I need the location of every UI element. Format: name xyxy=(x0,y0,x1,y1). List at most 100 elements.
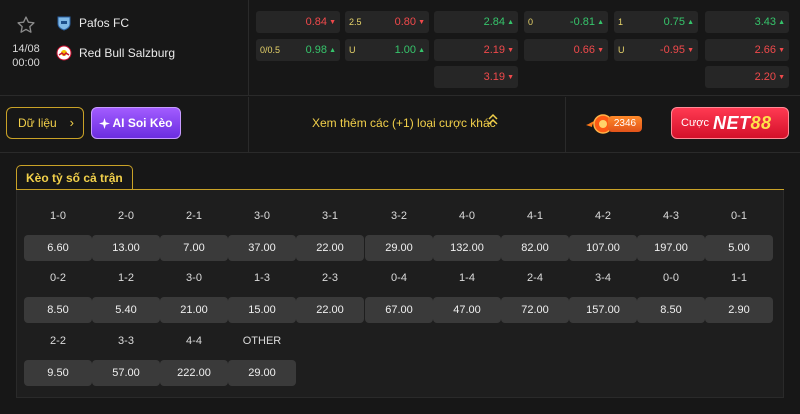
odds-cell[interactable]: 2.5 0.80 ▼ xyxy=(345,11,429,33)
down-arrow-icon: ▼ xyxy=(597,46,604,54)
odds-cell[interactable]: U -0.95 ▼ xyxy=(614,39,698,61)
score-odds-button[interactable]: 29.00 xyxy=(228,360,296,386)
score-odds-cell[interactable]: 1-0 6.60 xyxy=(24,210,92,261)
odds-cell[interactable]: 3.43 ▲ xyxy=(705,11,789,33)
up-arrow-icon: ▲ xyxy=(597,18,604,26)
score-label: 1-1 xyxy=(731,272,747,284)
odds-value: 2.20 xyxy=(754,71,776,83)
score-odds-button[interactable]: 22.00 xyxy=(296,297,364,323)
score-odds-cell[interactable]: 1-3 15.00 xyxy=(228,272,296,323)
score-odds-button[interactable]: 5.00 xyxy=(705,235,773,261)
score-odds-button[interactable]: 72.00 xyxy=(501,297,569,323)
score-odds-cell[interactable]: 3-0 21.00 xyxy=(160,272,228,323)
score-odds-button[interactable]: 29.00 xyxy=(365,235,433,261)
down-arrow-icon: ▼ xyxy=(687,46,694,54)
score-odds-cell[interactable]: 0-2 8.50 xyxy=(24,272,92,323)
score-odds-cell[interactable]: 0-1 5.00 xyxy=(705,210,773,261)
down-arrow-icon: ▼ xyxy=(507,73,514,81)
score-odds-cell[interactable]: 2-3 22.00 xyxy=(296,272,364,323)
score-odds-cell[interactable]: 4-3 197.00 xyxy=(637,210,705,261)
away-team-name: Red Bull Salzburg xyxy=(79,46,176,60)
home-team[interactable]: Pafos FC xyxy=(56,15,129,31)
score-odds-cell[interactable]: 3-2 29.00 xyxy=(365,210,433,261)
score-odds-cell[interactable]: 1-2 5.40 xyxy=(92,272,160,323)
correct-score-panel: 1-0 6.60 2-0 13.00 2-1 7.00 3-0 37.00 3-1 22.00 3-… xyxy=(16,190,784,398)
score-odds-button[interactable]: 67.00 xyxy=(365,297,433,323)
score-odds-cell[interactable]: 1-4 47.00 xyxy=(433,272,501,323)
score-odds-button[interactable]: 2.90 xyxy=(705,297,773,323)
odds-value: 0.75 xyxy=(663,16,685,28)
double-chevron-up-icon[interactable] xyxy=(487,112,499,129)
odds-cell[interactable]: 3.19 ▼ xyxy=(434,66,518,88)
up-arrow-icon: ▲ xyxy=(687,18,694,26)
odds-cell[interactable]: 2.19 ▼ xyxy=(434,39,518,61)
score-odds-cell[interactable]: 0-4 67.00 xyxy=(365,272,433,323)
score-odds-button[interactable]: 82.00 xyxy=(501,235,569,261)
score-odds-button[interactable]: 7.00 xyxy=(160,235,228,261)
promo-counter[interactable]: 2346 xyxy=(584,111,660,137)
score-odds-cell[interactable]: 3-1 22.00 xyxy=(296,210,364,261)
odds-cell[interactable]: 1 0.75 ▲ xyxy=(614,11,698,33)
score-odds-cell[interactable]: 4-0 132.00 xyxy=(433,210,501,261)
bet-label: Cược xyxy=(681,117,710,129)
net88-bet-button[interactable]: Cược NET88 xyxy=(671,107,789,139)
score-odds-cell[interactable]: 3-3 57.00 xyxy=(92,335,160,386)
odds-cell[interactable]: 0.84 ▼ xyxy=(256,11,340,33)
score-odds-button[interactable]: 37.00 xyxy=(228,235,296,261)
odds-cell[interactable]: 2.66 ▼ xyxy=(705,39,789,61)
odds-line: 1 xyxy=(618,17,624,27)
tab-correct-score[interactable]: Kèo tỷ số cả trận xyxy=(16,165,133,189)
score-odds-cell[interactable]: 4-4 222.00 xyxy=(160,335,228,386)
score-label: 2-2 xyxy=(50,335,66,347)
score-odds-button[interactable]: 132.00 xyxy=(433,235,501,261)
score-odds-button[interactable]: 57.00 xyxy=(92,360,160,386)
score-odds-button[interactable]: 13.00 xyxy=(92,235,160,261)
data-button[interactable]: Dữ liệu › xyxy=(6,107,84,139)
score-odds-cell[interactable]: 2-2 9.50 xyxy=(24,335,92,386)
down-arrow-icon: ▼ xyxy=(778,46,785,54)
score-odds-cell[interactable]: 2-4 72.00 xyxy=(501,272,569,323)
score-odds-button[interactable]: 6.60 xyxy=(24,235,92,261)
score-odds-cell[interactable]: 4-1 82.00 xyxy=(501,210,569,261)
favorite-star-icon[interactable] xyxy=(16,15,36,35)
score-odds-cell[interactable]: 0-0 8.50 xyxy=(637,272,705,323)
divider xyxy=(565,97,566,153)
score-odds-cell[interactable]: 4-2 107.00 xyxy=(569,210,637,261)
score-odds-button[interactable]: 22.00 xyxy=(296,235,364,261)
down-arrow-icon: ▼ xyxy=(329,18,336,26)
odds-cell[interactable]: 2.84 ▲ xyxy=(434,11,518,33)
score-odds-button[interactable]: 15.00 xyxy=(228,297,296,323)
score-label: 1-0 xyxy=(50,210,66,222)
score-odds-cell[interactable]: 3-4 157.00 xyxy=(569,272,637,323)
odds-cell[interactable]: 0.66 ▼ xyxy=(524,39,608,61)
score-odds-button[interactable]: 8.50 xyxy=(637,297,705,323)
net88-logo-number: 88 xyxy=(750,112,772,133)
score-odds-cell[interactable]: 3-0 37.00 xyxy=(228,210,296,261)
score-odds-button[interactable]: 5.40 xyxy=(92,297,160,323)
score-odds-cell[interactable]: OTHER 29.00 xyxy=(228,335,296,386)
score-label: 1-4 xyxy=(459,272,475,284)
odds-value: 3.19 xyxy=(483,71,505,83)
score-odds-cell[interactable]: 2-0 13.00 xyxy=(92,210,160,261)
odds-cell[interactable]: U 1.00 ▲ xyxy=(345,39,429,61)
score-label: 4-1 xyxy=(527,210,543,222)
odds-cell[interactable]: 0/0.5 0.98 ▲ xyxy=(256,39,340,61)
score-odds-button[interactable]: 107.00 xyxy=(569,235,637,261)
score-odds-button[interactable]: 9.50 xyxy=(24,360,92,386)
score-odds-cell[interactable]: 2-1 7.00 xyxy=(160,210,228,261)
score-odds-button[interactable]: 157.00 xyxy=(569,297,637,323)
score-odds-cell[interactable]: 1-1 2.90 xyxy=(705,272,773,323)
score-label: 2-0 xyxy=(118,210,134,222)
score-odds-button[interactable]: 8.50 xyxy=(24,297,92,323)
away-team[interactable]: Red Bull Salzburg xyxy=(56,45,175,61)
score-odds-button[interactable]: 197.00 xyxy=(637,235,705,261)
score-odds-button[interactable]: 222.00 xyxy=(160,360,228,386)
ai-analysis-button[interactable]: AI Soi Kèo xyxy=(91,107,181,139)
score-odds-button[interactable]: 47.00 xyxy=(433,297,501,323)
sparkle-icon xyxy=(99,117,111,129)
score-odds-button[interactable]: 21.00 xyxy=(160,297,228,323)
odds-cell[interactable]: 0 -0.81 ▲ xyxy=(524,11,608,33)
up-arrow-icon: ▲ xyxy=(329,46,336,54)
odds-cell[interactable]: 2.20 ▼ xyxy=(705,66,789,88)
more-bets-link[interactable]: Xem thêm các (+1) loại cược khác xyxy=(312,116,496,130)
